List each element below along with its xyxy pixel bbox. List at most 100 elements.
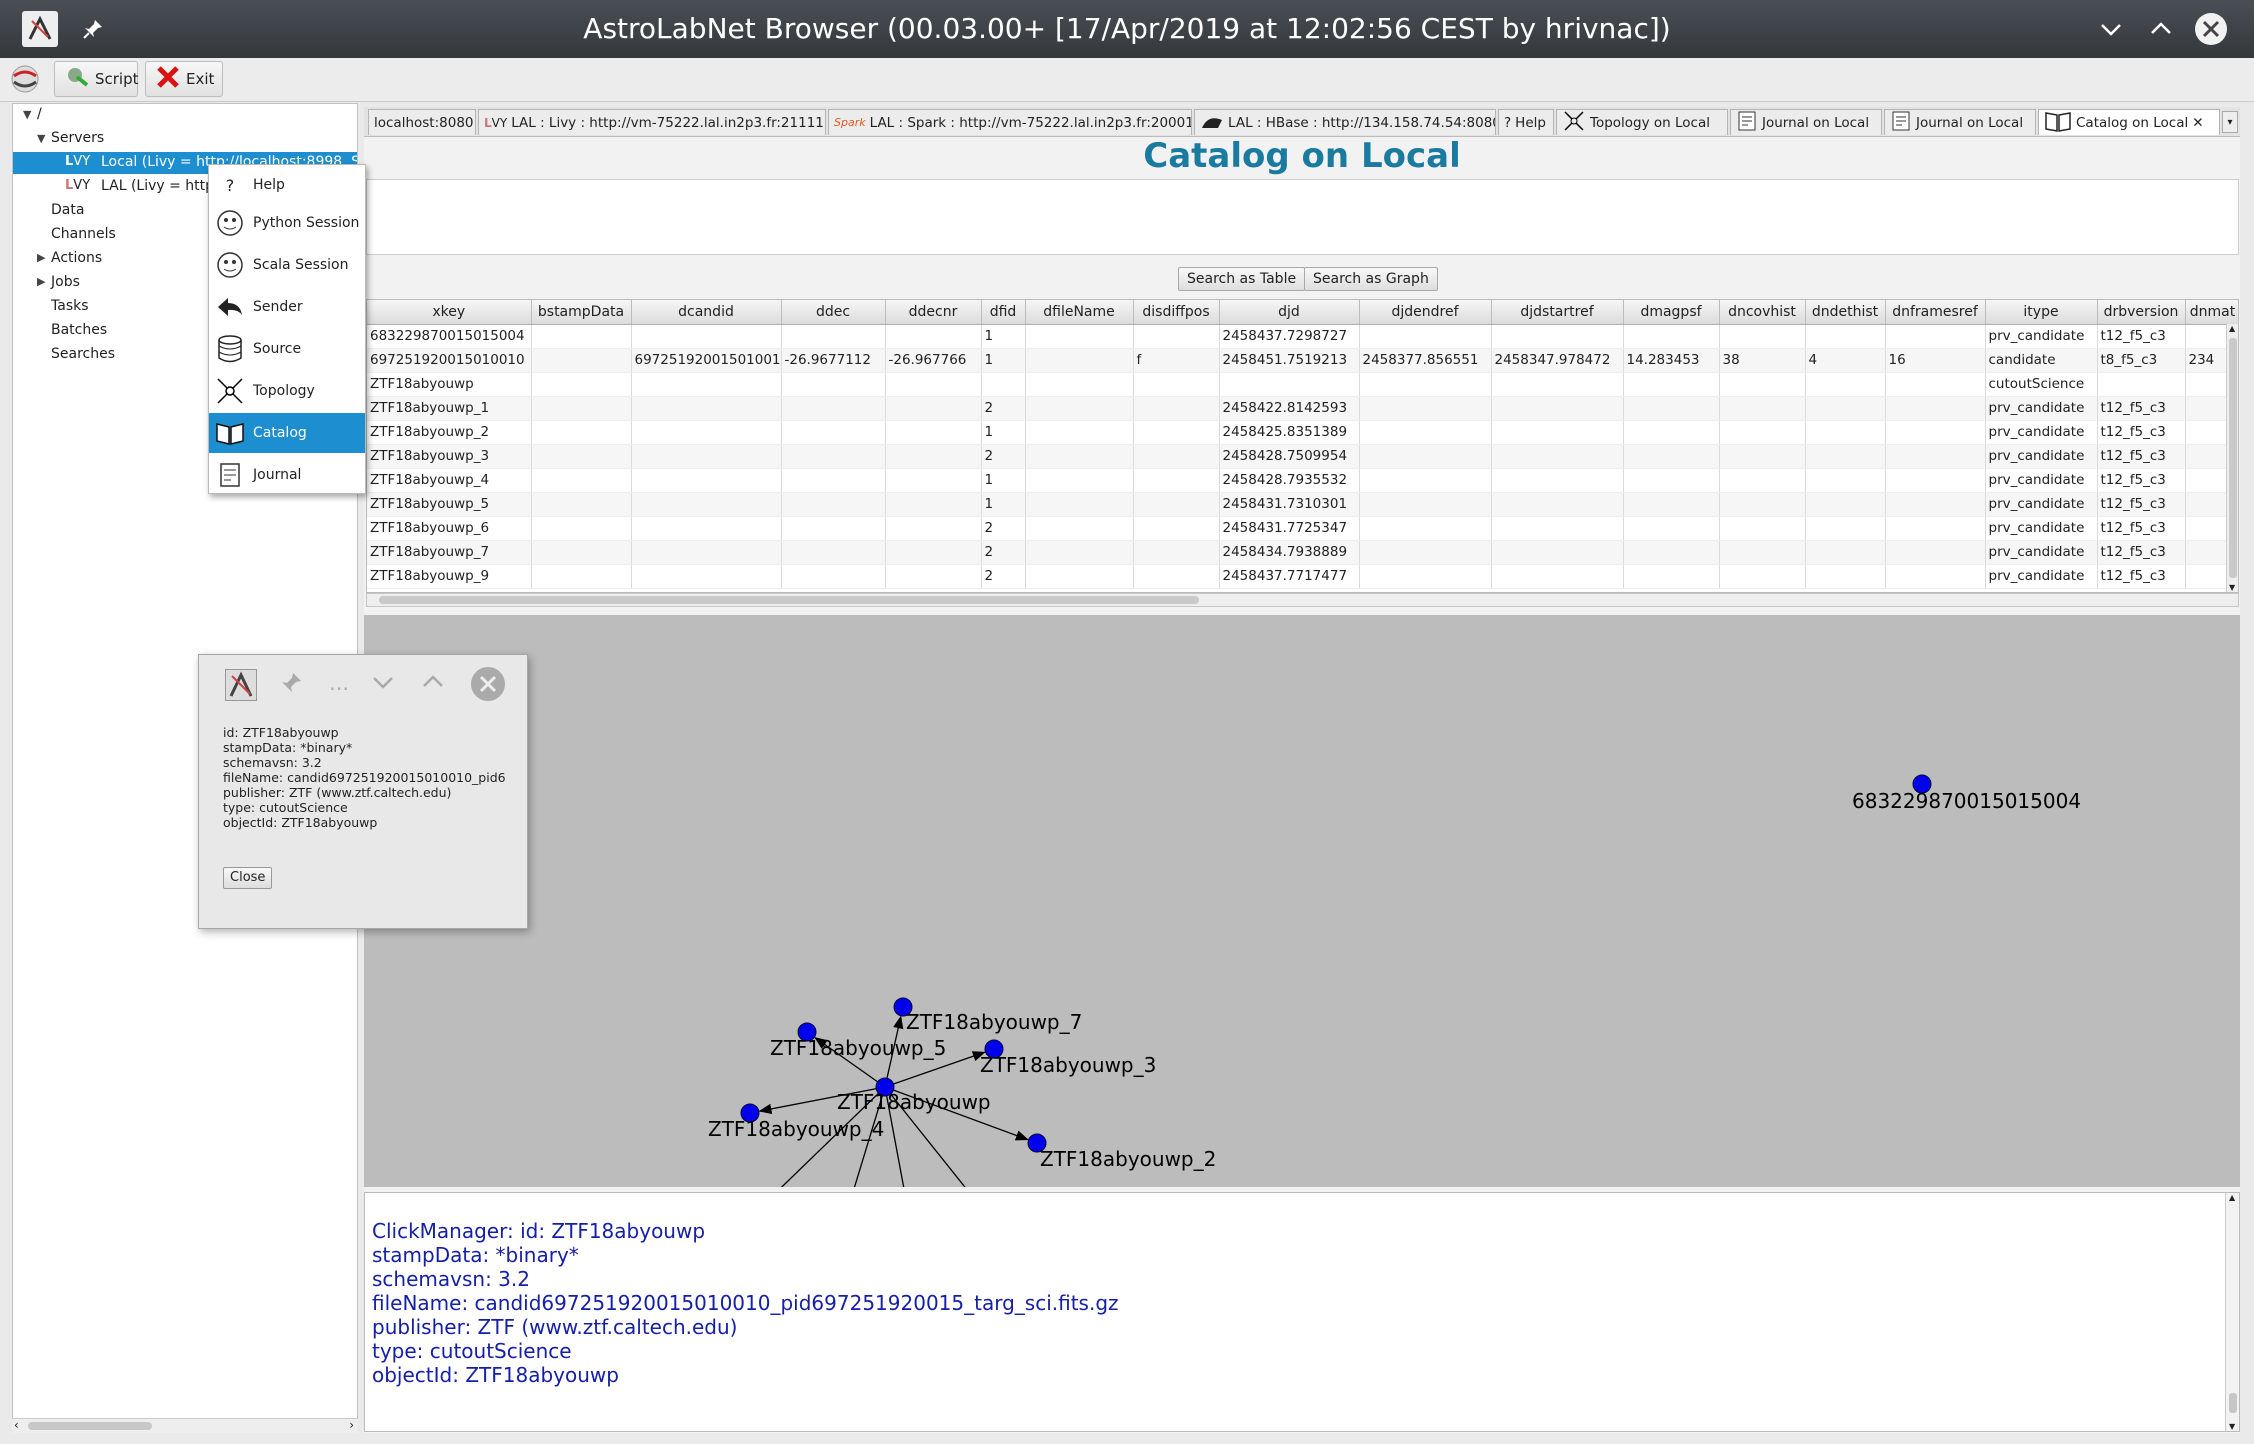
menu-item-python-session[interactable]: Python Session <box>209 203 365 243</box>
column-header-dfid[interactable]: dfid <box>981 300 1026 325</box>
tree-item-searches[interactable]: Searches <box>51 346 115 362</box>
table-cell[interactable] <box>781 444 886 469</box>
expand-jobs-icon[interactable]: ▶ <box>37 275 45 288</box>
catalog-graph-view[interactable]: ZTF18abyouwp_7 ZTF18abyouwp_5 ZTF18abyouwp… <box>364 615 2240 1187</box>
table-cell[interactable] <box>1133 540 1220 565</box>
chevron-down-icon[interactable] <box>371 673 395 697</box>
table-cell[interactable]: prv_candidate <box>1985 540 2098 565</box>
tab-lal-livy[interactable]: LVY LAL : Livy : http://vm-75222.lal.in2… <box>478 109 826 135</box>
exit-button[interactable]: Exit <box>145 61 223 97</box>
table-cell[interactable]: ZTF18abyouwp_9 <box>367 564 532 589</box>
maximize-chevron-up-icon[interactable] <box>2142 10 2180 48</box>
table-cell[interactable] <box>1491 420 1624 445</box>
table-cell[interactable] <box>531 492 632 517</box>
table-cell[interactable] <box>1805 516 1886 541</box>
table-cell[interactable] <box>1025 492 1134 517</box>
table-cell[interactable]: 2 <box>981 564 1026 589</box>
table-cell[interactable]: 14.283453 <box>1623 348 1720 373</box>
table-cell[interactable] <box>1025 420 1134 445</box>
menu-item-catalog[interactable]: Catalog <box>209 413 365 453</box>
table-cell[interactable] <box>1133 420 1220 445</box>
table-cell[interactable] <box>531 324 632 349</box>
table-cell[interactable] <box>1885 396 1986 421</box>
table-cell[interactable]: prv_candidate <box>1985 444 2098 469</box>
menu-item-topology[interactable]: Topology <box>209 371 365 411</box>
table-cell[interactable]: 38 <box>1719 348 1806 373</box>
table-cell[interactable] <box>781 564 886 589</box>
column-header-dncovhist[interactable]: dncovhist <box>1719 300 1806 325</box>
column-header-dnframesref[interactable]: dnframesref <box>1885 300 1986 325</box>
table-cell[interactable] <box>1359 468 1492 493</box>
table-cell[interactable]: 2 <box>981 540 1026 565</box>
table-cell[interactable]: candidate <box>1985 348 2098 373</box>
table-cell[interactable] <box>1805 396 1886 421</box>
table-cell[interactable] <box>631 420 782 445</box>
table-cell[interactable]: -26.9677112 <box>781 348 886 373</box>
table-cell[interactable] <box>1491 324 1624 349</box>
table-cell[interactable]: ZTF18abyouwp_5 <box>367 492 532 517</box>
more-icon[interactable]: … <box>329 671 349 695</box>
table-cell[interactable]: ZTF18abyouwp_4 <box>367 468 532 493</box>
table-cell[interactable]: 1 <box>981 420 1026 445</box>
table-cell[interactable] <box>1133 324 1220 349</box>
table-cell[interactable] <box>531 372 632 397</box>
column-header-ddecnr[interactable]: ddecnr <box>885 300 982 325</box>
table-cell[interactable] <box>1623 420 1720 445</box>
table-cell[interactable] <box>1623 444 1720 469</box>
table-cell[interactable]: 1 <box>981 492 1026 517</box>
table-cell[interactable] <box>1359 564 1492 589</box>
search-as-graph-button[interactable]: Search as Graph <box>1304 267 1438 291</box>
table-cell[interactable] <box>631 468 782 493</box>
table-cell[interactable]: ZTF18abyouwp_1 <box>367 396 532 421</box>
table-cell[interactable] <box>885 324 982 349</box>
close-window-icon[interactable] <box>2192 10 2230 48</box>
table-cell[interactable]: prv_candidate <box>1985 468 2098 493</box>
table-cell[interactable] <box>1359 420 1492 445</box>
table-cell[interactable] <box>1719 564 1806 589</box>
table-cell[interactable]: 2458434.7938889 <box>1219 540 1360 565</box>
table-cell[interactable] <box>1805 444 1886 469</box>
table-cell[interactable]: prv_candidate <box>1985 396 2098 421</box>
table-cell[interactable] <box>531 564 632 589</box>
table-cell[interactable]: t8_f5_c3 <box>2097 348 2186 373</box>
table-cell[interactable] <box>1491 468 1624 493</box>
table-cell[interactable] <box>1885 324 1986 349</box>
tree-item-batches[interactable]: Batches <box>51 322 107 338</box>
table-cell[interactable] <box>1359 516 1492 541</box>
table-cell[interactable] <box>1025 372 1134 397</box>
table-cell[interactable] <box>531 444 632 469</box>
table-cell[interactable] <box>1491 516 1624 541</box>
table-cell[interactable]: 2458451.7519213 <box>1219 348 1360 373</box>
tree-horizontal-scrollbar[interactable]: ‹ › <box>12 1418 358 1433</box>
tab-journal-1[interactable]: Journal on Local <box>1730 109 1882 135</box>
table-cell[interactable] <box>1805 324 1886 349</box>
close-tab-icon[interactable]: ✕ <box>2192 115 2203 131</box>
table-horizontal-scrollbar[interactable] <box>366 593 2239 607</box>
table-vertical-scrollbar[interactable]: ▲ ▼ <box>2226 324 2238 592</box>
table-cell[interactable] <box>1025 516 1134 541</box>
table-cell[interactable]: 2458422.8142593 <box>1219 396 1360 421</box>
menu-item-help[interactable]: ? Help <box>209 167 365 203</box>
table-cell[interactable]: cutoutScience <box>1985 372 2098 397</box>
close-dialog-icon[interactable] <box>469 665 507 707</box>
table-cell[interactable]: ZTF18abyouwp_3 <box>367 444 532 469</box>
table-cell[interactable] <box>1025 444 1134 469</box>
table-cell[interactable] <box>1025 396 1134 421</box>
menu-item-source[interactable]: Source <box>209 329 365 369</box>
expand-actions-icon[interactable]: ▶ <box>37 251 45 264</box>
table-cell[interactable] <box>781 516 886 541</box>
table-cell[interactable] <box>2097 372 2186 397</box>
table-cell[interactable] <box>531 516 632 541</box>
table-cell[interactable] <box>1491 492 1624 517</box>
table-cell[interactable] <box>981 372 1026 397</box>
pin-icon[interactable] <box>279 671 303 699</box>
app-logo-icon[interactable] <box>225 669 257 701</box>
table-cell[interactable] <box>1805 540 1886 565</box>
tab-lal-hbase[interactable]: LAL : HBase : http://134.158.74.54:8080 <box>1194 109 1496 135</box>
table-cell[interactable]: 2458437.7298727 <box>1219 324 1360 349</box>
close-button[interactable]: Close <box>223 867 273 889</box>
table-cell[interactable]: f <box>1133 348 1220 373</box>
column-header-dnmat[interactable]: dnmat <box>2185 300 2238 325</box>
table-cell[interactable]: 2 <box>981 516 1026 541</box>
table-cell[interactable] <box>1133 516 1220 541</box>
